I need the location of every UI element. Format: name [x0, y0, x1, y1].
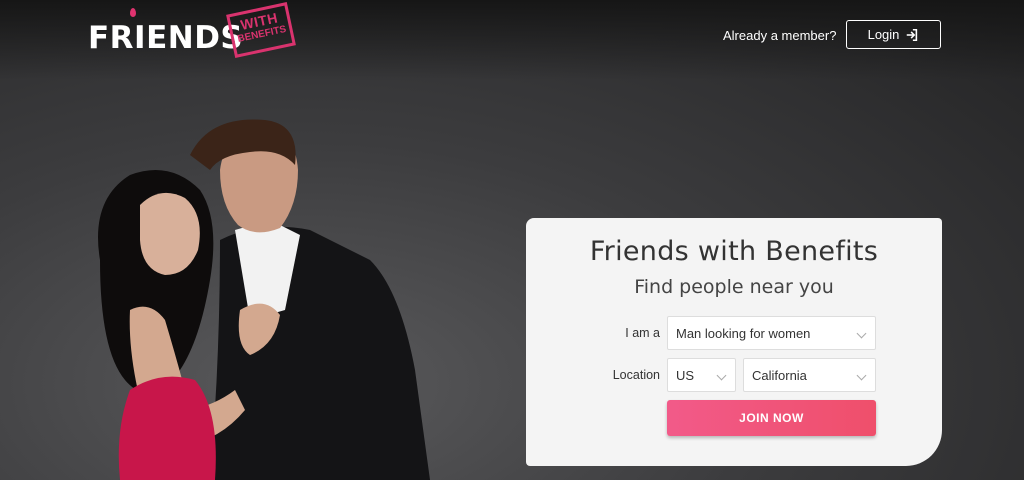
signup-card: Friends with Benefits Find people near y…: [526, 218, 942, 466]
couple-photo: [98, 119, 430, 480]
sign-in-icon: [907, 28, 918, 41]
card-title: Friends with Benefits: [589, 236, 879, 267]
logo-stamp: WITH BENEFITS: [226, 2, 296, 58]
join-now-button[interactable]: JOIN NOW: [667, 400, 876, 436]
card-subtitle: Find people near you: [634, 276, 834, 298]
region-select[interactable]: California: [743, 358, 876, 392]
chevron-down-icon: [856, 370, 867, 381]
header: FRIENDS WITH BENEFITS Already a member? …: [0, 0, 1024, 80]
location-label: Location: [612, 368, 660, 382]
login-label: Login: [867, 27, 900, 42]
logo-wordmark: FRIENDS: [88, 20, 244, 56]
chevron-down-icon: [856, 328, 867, 339]
iam-select-value: Man looking for women: [676, 325, 811, 341]
login-button[interactable]: Login: [846, 20, 941, 49]
country-select-value: US: [676, 367, 695, 383]
country-select[interactable]: US: [667, 358, 736, 392]
logo-drop-icon: [130, 8, 136, 17]
iam-label: I am a: [625, 326, 660, 340]
iam-select[interactable]: Man looking for women: [667, 316, 876, 350]
chevron-down-icon: [716, 370, 727, 381]
region-select-value: California: [752, 367, 807, 383]
member-prompt: Already a member?: [723, 28, 837, 43]
